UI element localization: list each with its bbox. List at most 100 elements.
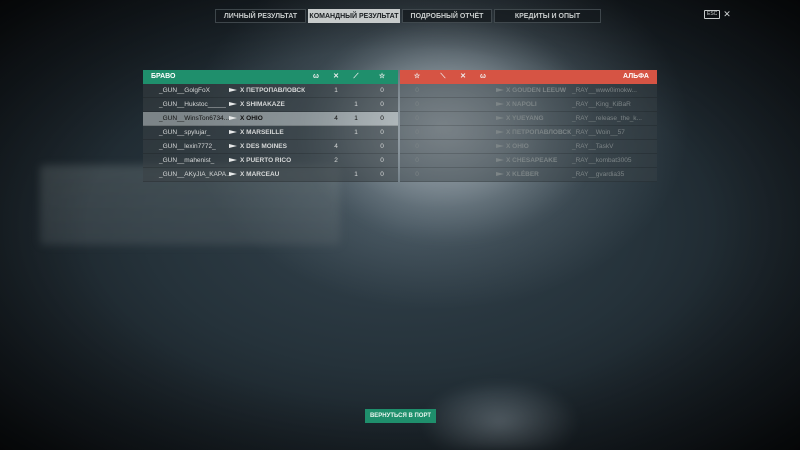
ship-tier: X	[506, 171, 511, 178]
player-name: _GUN__mahenist_	[159, 157, 215, 164]
ally-player-row[interactable]: _GUN__WinsTon6734... X OHIO 4 1 0	[143, 112, 398, 126]
enemy-player-row[interactable]: 0 X CHESAPEAKE _RAY__kombat3005	[400, 154, 657, 168]
stat-c2: 1	[354, 101, 358, 108]
ship-name: NAPOLI	[512, 101, 537, 108]
ship-name: YUEYANG	[512, 115, 544, 122]
result-tabs: ЛИЧНЫЙ РЕЗУЛЬТАТ КОМАНДНЫЙ РЕЗУЛЬТАТ ПОД…	[215, 9, 601, 23]
esc-key-icon: ESC	[704, 10, 721, 19]
player-name: _RAY__release_the_k...	[572, 115, 642, 122]
ship-name-cell: X KLÉBER	[506, 168, 539, 181]
ship-icon: ⟋	[353, 73, 359, 80]
player-name: _GUN__spylujar_	[159, 129, 211, 136]
ship-name-cell: X PUERTO RICO	[240, 154, 291, 167]
ship-name-cell: X ПЕТРОПАВЛОВСК	[240, 84, 305, 97]
ship-tier: X	[240, 129, 245, 136]
ship-name: OHIO	[512, 143, 529, 150]
stat-c2: 1	[354, 115, 358, 122]
stat-score: 0	[380, 143, 384, 150]
tab-personal-result[interactable]: ЛИЧНЫЙ РЕЗУЛЬТАТ	[215, 9, 306, 23]
player-name: _GUN__AKyJIA_KAPA...	[159, 171, 232, 178]
enemy-player-row[interactable]: 0 X KLÉBER _RAY__gvardia35	[400, 168, 657, 182]
ship-name-cell: X DES MOINES	[240, 140, 287, 153]
player-name: _GUN__GolgFoX	[159, 87, 210, 94]
stat-score: 0	[380, 171, 384, 178]
ship-name-cell: X ПЕТРОПАВЛОВСК	[506, 126, 571, 139]
ally-player-row[interactable]: _GUN__Hukstoc_____ X SHIMAKAZE 1 0	[143, 98, 398, 112]
ship-tier: X	[240, 101, 245, 108]
ship-name-cell: X GOUDEN LEEUW	[506, 84, 566, 97]
ally-player-row[interactable]: _GUN__spylujar_ X MARSEILLE 1 0	[143, 126, 398, 140]
player-name: _GUN__WinsTon6734...	[159, 115, 230, 122]
enemy-player-row[interactable]: 0 X ПЕТРОПАВЛОВСК _RAY__Woin__57	[400, 126, 657, 140]
ship-tier: X	[240, 115, 245, 122]
ship-name: GOUDEN LEEUW	[512, 87, 566, 94]
stat-score: 0	[415, 101, 419, 108]
player-name: _RAY__Woin__57	[572, 129, 625, 136]
tab-credits-xp[interactable]: КРЕДИТЫ И ОПЫТ	[494, 9, 601, 23]
ship-name: MARCEAU	[246, 171, 280, 178]
close-control[interactable]: ESC ✕	[704, 10, 731, 19]
planes-shot-icon: ω	[480, 73, 486, 80]
ship-class-icon	[229, 154, 240, 167]
ship-icon: ⟍	[440, 73, 446, 80]
ship-name-cell: X MARCEAU	[240, 168, 279, 181]
ship-class-icon	[229, 112, 240, 125]
ship-name: MARSEILLE	[246, 129, 284, 136]
enemy-player-row[interactable]: 0 X YUEYANG _RAY__release_the_k...	[400, 112, 657, 126]
stat-c1: 2	[334, 157, 338, 164]
stat-score: 0	[415, 171, 419, 178]
ship-name-cell: X NAPOLI	[506, 98, 537, 111]
stat-c2: 1	[354, 171, 358, 178]
ally-player-row[interactable]: _GUN__GolgFoX X ПЕТРОПАВЛОВСК 1 0	[143, 84, 398, 98]
enemy-player-row[interactable]: 0 X NAPOLI _RAY__King_KiBaR	[400, 98, 657, 112]
tab-detailed-report[interactable]: ПОДРОБНЫЙ ОТЧЁТ	[402, 9, 492, 23]
enemy-player-row[interactable]: 0 X GOUDEN LEEUW _RAY__www0imokw...	[400, 84, 657, 98]
ship-name: CHESAPEAKE	[512, 157, 558, 164]
ship-tier: X	[506, 115, 511, 122]
ship-tier: X	[506, 101, 511, 108]
ship-tier: X	[240, 171, 245, 178]
stat-score: 0	[415, 129, 419, 136]
ship-class-icon	[229, 168, 240, 181]
ship-class-icon	[229, 84, 240, 97]
stat-score: 0	[380, 129, 384, 136]
star-icon: ☆	[378, 73, 386, 80]
ally-player-row[interactable]: _GUN__mahenist_ X PUERTO RICO 2 0	[143, 154, 398, 168]
player-name: _RAY__kombat3005	[572, 157, 632, 164]
ally-player-row[interactable]: _GUN__AKyJIA_KAPA... X MARCEAU 1 0	[143, 168, 398, 182]
ally-team-header: БРАВО ω ✕ ⟋ ☆	[143, 70, 398, 84]
close-icon[interactable]: ✕	[723, 10, 731, 19]
ship-tier: X	[506, 129, 511, 136]
ship-name-cell: X SHIMAKAZE	[240, 98, 285, 111]
enemy-team-rows: 0 X GOUDEN LEEUW _RAY__www0imokw... 0 X NAPO…	[400, 84, 657, 182]
stat-score: 0	[380, 157, 384, 164]
ally-team-rows: _GUN__GolgFoX X ПЕТРОПАВЛОВСК 1 0 _GUN__Huks…	[143, 84, 398, 182]
stat-score: 0	[415, 115, 419, 122]
enemy-player-row[interactable]: 0 X OHIO _RAY__TaskV	[400, 140, 657, 154]
enemy-team-panel: ☆ ⟍ ✕ ω АЛЬФА 0 X GOUDEN LEEUW _RAY__www0i…	[400, 70, 657, 182]
stat-score: 0	[380, 101, 384, 108]
player-name: _RAY__TaskV	[572, 143, 614, 150]
ship-class-icon	[229, 140, 240, 153]
stat-score: 0	[415, 143, 419, 150]
ship-tier: X	[506, 157, 511, 164]
player-name: _RAY__www0imokw...	[572, 87, 637, 94]
tab-team-result[interactable]: КОМАНДНЫЙ РЕЗУЛЬТАТ	[308, 9, 400, 23]
ship-name: DES MOINES	[246, 143, 287, 150]
planes-shot-icon: ω	[313, 73, 319, 80]
star-icon: ☆	[413, 73, 421, 80]
stat-c1: 4	[334, 143, 338, 150]
ship-name-cell: X YUEYANG	[506, 112, 544, 125]
return-to-port-button[interactable]: ВЕРНУТЬСЯ В ПОРТ	[365, 409, 436, 423]
ally-player-row[interactable]: _GUN__lexin7772_ X DES MOINES 4 0	[143, 140, 398, 154]
player-name: _RAY__gvardia35	[572, 171, 625, 178]
ship-name: KLÉBER	[512, 171, 539, 178]
ship-tier: X	[506, 87, 511, 94]
ship-name: ПЕТРОПАВЛОВСК	[246, 87, 306, 94]
ship-class-icon	[229, 98, 240, 111]
kills-icon: ✕	[460, 73, 466, 80]
ship-name-cell: X MARSEILLE	[240, 126, 284, 139]
ship-name-cell: X OHIO	[240, 112, 263, 125]
enemy-team-header: ☆ ⟍ ✕ ω АЛЬФА	[400, 70, 657, 84]
stat-c1: 1	[334, 87, 338, 94]
